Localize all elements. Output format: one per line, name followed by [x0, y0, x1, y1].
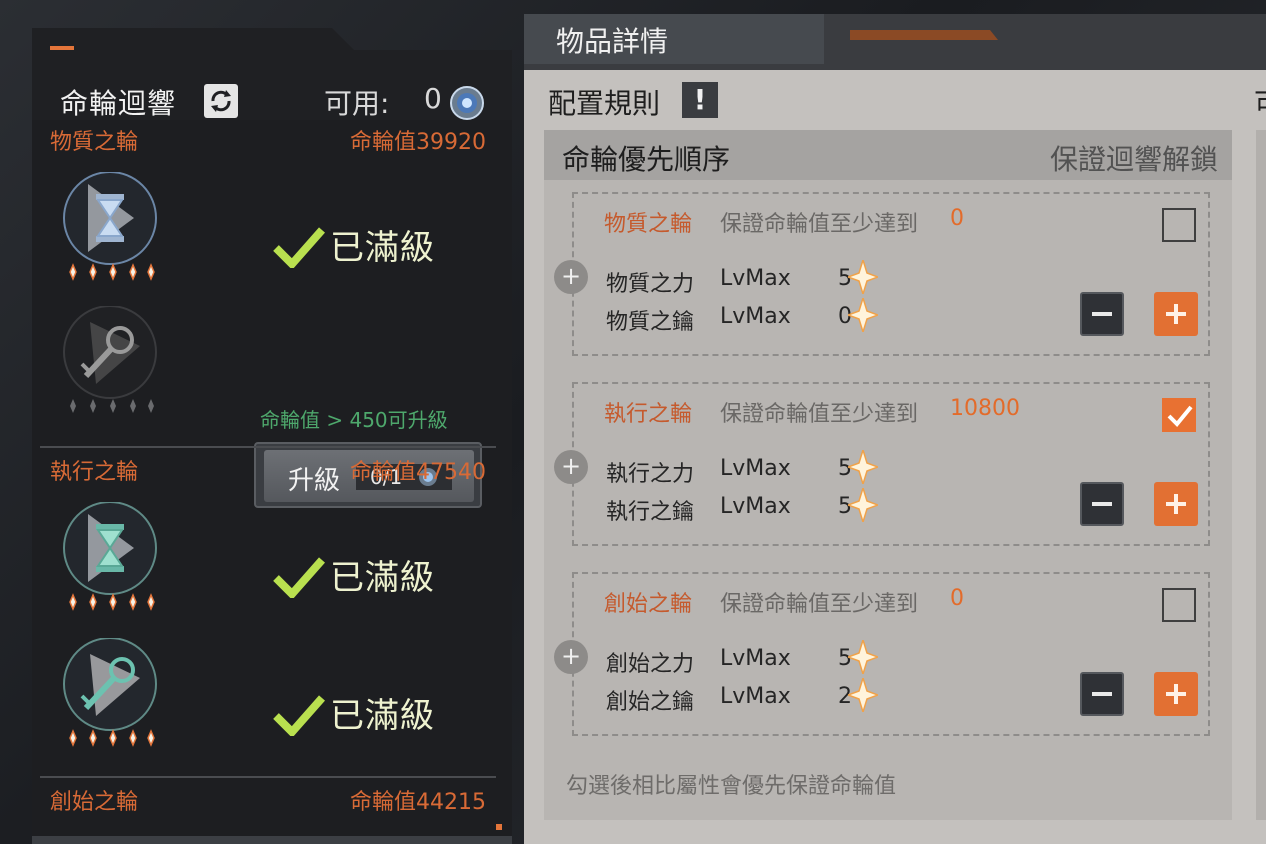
resonance-list[interactable]: 物質之輪 命輪值39920 已滿級 命輪值 > 450可升級 升級 0/1 執行…: [32, 120, 512, 844]
wheel-header-genesis: 創始之輪 命輪值44215: [32, 784, 502, 815]
priority-group-genesis[interactable]: 創始之輪 保證命輪值至少達到 0 + 創始之力 LvMax 5 創始之鑰 LvM…: [554, 572, 1210, 736]
details-title: 物品詳情: [556, 25, 669, 58]
divider: [40, 776, 496, 778]
attr-name: 物質之力: [606, 272, 695, 297]
group-name: 創始之輪: [604, 592, 693, 617]
wheel-value: 命輪值47540: [350, 460, 486, 485]
wheel-header-execution: 執行之輪 命輪值47540: [32, 454, 502, 485]
tab-accent: [850, 30, 998, 40]
hourglass-icon[interactable]: [60, 171, 160, 282]
maxed-label: 已滿級: [330, 228, 435, 268]
group-name: 物質之輪: [604, 212, 693, 237]
maxed-status: 已滿級: [272, 218, 452, 268]
details-topbar: 物品詳情: [524, 14, 1266, 64]
sparkle-icon: [848, 298, 878, 332]
attr-level: LvMax: [720, 646, 791, 671]
attr-name: 執行之鑰: [606, 500, 695, 525]
attr-level: LvMax: [720, 304, 791, 329]
info-icon[interactable]: !: [682, 82, 718, 118]
cycle-icon[interactable]: [204, 84, 238, 118]
available-value: 0: [424, 82, 442, 115]
attr-level: LvMax: [720, 266, 791, 291]
next-column-box: [1256, 130, 1266, 820]
sparkle-icon: [848, 678, 878, 712]
sparkle-icon: [848, 488, 878, 522]
group-min-value: 0: [950, 206, 964, 231]
drag-handle-icon[interactable]: +: [554, 450, 588, 484]
group-guarantee-text: 保證命輪值至少達到: [720, 212, 919, 237]
increase-priority-button[interactable]: [1154, 482, 1198, 526]
panel-accent: [50, 46, 74, 50]
maxed-label: 已滿級: [330, 558, 435, 598]
increase-priority-button[interactable]: [1154, 672, 1198, 716]
wheel-priority-section: 命輪優先順序 保證迴響解鎖 物質之輪 保證命輪值至少達到 0 + 物質之力 Lv…: [544, 130, 1232, 820]
group-guarantee-text: 保證命輪值至少達到: [720, 402, 919, 427]
hourglass-icon[interactable]: [60, 501, 160, 612]
attr-name: 創始之鑰: [606, 690, 695, 715]
resonance-header: 命輪迴響 可用: 0: [32, 76, 512, 120]
guarantee-unlock-label: 保證迴響解鎖: [1049, 143, 1218, 176]
attr-level: LvMax: [720, 456, 791, 481]
divider: [40, 446, 496, 448]
increase-priority-button[interactable]: [1154, 292, 1198, 336]
guarantee-checkbox[interactable]: [1162, 208, 1196, 242]
wheel-header-material: 物質之輪 命輪值39920: [32, 124, 502, 155]
sparkle-icon: [848, 640, 878, 674]
body-top-stripe: [524, 64, 1266, 70]
group-guarantee-text: 保證命輪值至少達到: [720, 592, 919, 617]
upgrade-hint: 命輪值 > 450可升級: [260, 408, 448, 432]
config-rules-title: 配置規則: [548, 87, 661, 120]
item-details-panel: 物品詳情 配置規則 ! 可 命輪優先順序 保證迴響解鎖 物質之輪 保證命輪值至少…: [524, 14, 1266, 844]
scroll-indicator: [496, 824, 502, 830]
decrease-priority-button[interactable]: [1080, 672, 1124, 716]
wheel-name: 物質之輪: [50, 130, 139, 155]
priority-header: 命輪優先順序 保證迴響解鎖: [544, 130, 1232, 180]
priority-group-execution[interactable]: 執行之輪 保證命輪值至少達到 10800 + 執行之力 LvMax 5 執行之鑰…: [554, 382, 1210, 546]
footer-note: 勾選後相比屬性會優先保證命輪值: [566, 774, 897, 799]
decrease-priority-button[interactable]: [1080, 482, 1124, 526]
wheel-value: 命輪值44215: [350, 790, 486, 815]
attr-name: 創始之力: [606, 652, 695, 677]
checkmark-icon: [1167, 405, 1193, 427]
resonance-title: 命輪迴響: [60, 87, 177, 120]
sparkle-icon: [848, 260, 878, 294]
attr-level: LvMax: [720, 684, 791, 709]
details-body: 配置規則 ! 可 命輪優先順序 保證迴響解鎖 物質之輪 保證命輪值至少達到 0 …: [524, 64, 1266, 844]
priority-title: 命輪優先順序: [562, 143, 731, 176]
decrease-priority-button[interactable]: [1080, 292, 1124, 336]
resonance-panel: 命輪迴響 可用: 0 物質之輪 命輪值39920 已滿級 命輪值 > 450可升…: [32, 28, 512, 844]
guarantee-checkbox[interactable]: [1162, 588, 1196, 622]
guarantee-checkbox[interactable]: [1162, 398, 1196, 432]
group-name: 執行之輪: [604, 402, 693, 427]
maxed-status: 已滿級: [272, 686, 452, 736]
group-min-value: 10800: [950, 396, 1020, 421]
wheel-name: 執行之輪: [50, 460, 139, 485]
wheel-value: 命輪值39920: [350, 130, 486, 155]
attr-name: 執行之力: [606, 462, 695, 487]
check-icon: [273, 227, 325, 268]
wheel-name: 創始之輪: [50, 790, 139, 815]
group-min-value: 0: [950, 586, 964, 611]
sparkle-icon: [848, 450, 878, 484]
attr-level: LvMax: [720, 494, 791, 519]
drag-handle-icon[interactable]: +: [554, 260, 588, 294]
key-icon[interactable]: [60, 637, 160, 748]
maxed-status: 已滿級: [272, 548, 452, 598]
next-column-title: 可: [1254, 82, 1266, 122]
check-icon: [273, 695, 325, 736]
attr-name: 物質之鑰: [606, 310, 695, 335]
available-label: 可用:: [324, 87, 390, 120]
priority-group-material[interactable]: 物質之輪 保證命輪值至少達到 0 + 物質之力 LvMax 5 物質之鑰 LvM…: [554, 192, 1210, 356]
key-icon[interactable]: [60, 305, 160, 416]
resonance-gem-icon: [448, 84, 486, 122]
drag-handle-icon[interactable]: +: [554, 640, 588, 674]
maxed-label: 已滿級: [330, 696, 435, 736]
check-icon: [273, 557, 325, 598]
panel-bottom-bar: [32, 836, 512, 844]
